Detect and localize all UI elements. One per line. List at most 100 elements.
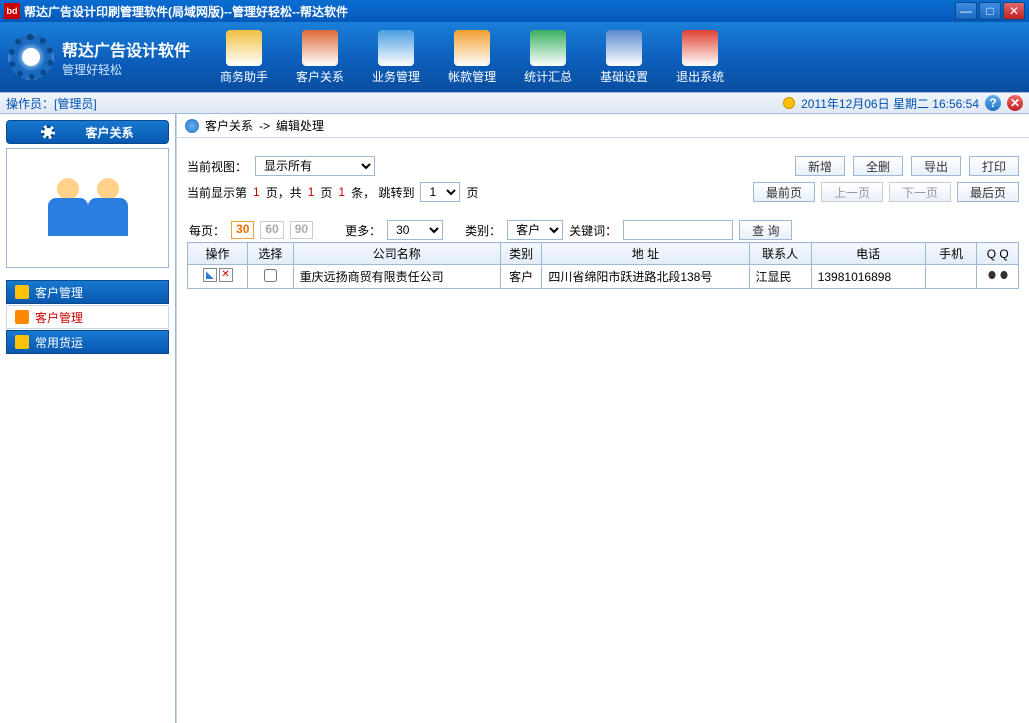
col-8[interactable]: Q Q [977, 243, 1019, 265]
last-page-button[interactable]: 最后页 [957, 182, 1019, 202]
gear-icon [8, 34, 54, 80]
qq-icon[interactable] [998, 268, 1010, 282]
nav-label: 常用货运 [35, 334, 83, 351]
toolbar-基础设置[interactable]: 基础设置 [600, 30, 648, 85]
new-button[interactable]: 新增 [795, 156, 845, 176]
first-page-button[interactable]: 最前页 [753, 182, 815, 202]
col-0[interactable]: 操作 [188, 243, 248, 265]
toolbar-label: 基础设置 [600, 68, 648, 85]
per-page-label: 每页： [189, 222, 225, 239]
toolbar-label: 客户关系 [296, 68, 344, 85]
nav-icon [15, 310, 29, 324]
operator-label: 操作员： [6, 97, 54, 111]
pager-prefix: 当前显示第 [187, 184, 247, 201]
sidebar-item-常用货运[interactable]: 常用货运 [6, 330, 169, 354]
toolbar-商务助手[interactable]: 商务助手 [220, 30, 268, 85]
cell-mobile [925, 265, 977, 289]
toolbar-帐款管理[interactable]: 帐款管理 [448, 30, 496, 85]
toolbar-label: 业务管理 [372, 68, 420, 85]
col-2[interactable]: 公司名称 [293, 243, 500, 265]
toolbar-icon [302, 30, 338, 66]
toolbar-业务管理[interactable]: 业务管理 [372, 30, 420, 85]
maximize-button[interactable]: □ [979, 2, 1001, 20]
edit-icon[interactable] [203, 268, 217, 282]
app-logo: 帮达广告设计软件 管理好轻松 [8, 34, 190, 80]
globe-icon [185, 119, 199, 133]
breadcrumb-arrow: -> [259, 119, 270, 133]
pager-mid1: 页，共 [266, 184, 302, 201]
delete-all-button[interactable]: 全删 [853, 156, 903, 176]
logo-title: 帮达广告设计软件 [62, 37, 190, 61]
toolbar-统计汇总[interactable]: 统计汇总 [524, 30, 572, 85]
close-button[interactable]: ✕ [1003, 2, 1025, 20]
breadcrumb-page: 编辑处理 [276, 117, 324, 134]
category-select[interactable]: 客户 [507, 220, 563, 240]
pager-current-page: 1 [253, 185, 260, 199]
toolbar-icon [682, 30, 718, 66]
toolbar-icon [606, 30, 642, 66]
per-page-90[interactable]: 90 [290, 221, 313, 239]
current-view-label: 当前视图： [187, 158, 247, 175]
operator-value: [管理员] [54, 97, 97, 111]
toolbar-icon [454, 30, 490, 66]
delete-icon[interactable] [219, 268, 233, 282]
cell-qq [977, 265, 1019, 289]
toolbar-客户关系[interactable]: 客户关系 [296, 30, 344, 85]
next-page-button[interactable]: 下一页 [889, 182, 951, 202]
category-label: 类别： [465, 222, 501, 239]
nav-label: 客户管理 [35, 309, 83, 326]
current-view-select[interactable]: 显示所有 [255, 156, 375, 176]
cell-address: 四川省绵阳市跃进路北段138号 [542, 265, 749, 289]
search-button[interactable]: 查 询 [739, 220, 792, 240]
window-controls: — □ ✕ [955, 2, 1025, 20]
main-toolbar: 帮达广告设计软件 管理好轻松 商务助手 客户关系 业务管理 帐款管理 统计汇总基础设置 退… [0, 22, 1029, 92]
keyword-label: 关键词： [569, 222, 617, 239]
toolbar-icon [530, 30, 566, 66]
toolbar-退出系统[interactable]: 退出系统 [676, 30, 724, 85]
sidebar-item-客户管理[interactable]: 客户管理 [6, 280, 169, 304]
print-button[interactable]: 打印 [969, 156, 1019, 176]
qq-icon[interactable] [986, 268, 998, 282]
row-checkbox[interactable] [264, 269, 277, 282]
minimize-button[interactable]: — [955, 2, 977, 20]
more-label: 更多： [345, 222, 381, 239]
prev-page-button[interactable]: 上一页 [821, 182, 883, 202]
toolbar-label: 退出系统 [676, 68, 724, 85]
title-bar: bd 帮达广告设计印刷管理软件(局域网版)--管理好轻松--帮达软件 — □ ✕ [0, 0, 1029, 22]
col-4[interactable]: 地 址 [542, 243, 749, 265]
breadcrumb-module: 客户关系 [205, 117, 253, 134]
col-7[interactable]: 手机 [925, 243, 977, 265]
more-select[interactable]: 30 [387, 220, 443, 240]
goto-page-select[interactable]: 1 [420, 182, 460, 202]
per-page-30[interactable]: 30 [231, 221, 254, 239]
nav-label: 客户管理 [35, 284, 83, 301]
app-icon: bd [4, 3, 20, 19]
toolbar-label: 商务助手 [220, 68, 268, 85]
sidebar-item-客户管理[interactable]: 客户管理 [6, 305, 169, 329]
person-icon [88, 178, 128, 238]
breadcrumb: 客户关系 -> 编辑处理 [177, 114, 1029, 138]
clock-icon [783, 97, 795, 109]
pager-total-pages: 1 [308, 185, 315, 199]
col-1[interactable]: 选择 [248, 243, 294, 265]
col-3[interactable]: 类别 [500, 243, 541, 265]
person-icon [48, 178, 88, 238]
data-table: 操作选择公司名称类别地 址联系人电话手机Q Q 重庆远扬商贸有限责任公司客户四川… [187, 242, 1019, 289]
cell-category: 客户 [500, 265, 541, 289]
toolbar-label: 帐款管理 [448, 68, 496, 85]
help-icon[interactable]: ? [985, 95, 1001, 111]
col-6[interactable]: 电话 [811, 243, 925, 265]
cell-ops [188, 265, 248, 289]
status-bar: 操作员：[管理员] 2011年12月06日 星期二 16:56:54 ? ✕ [0, 92, 1029, 114]
col-5[interactable]: 联系人 [749, 243, 811, 265]
per-page-60[interactable]: 60 [260, 221, 283, 239]
export-button[interactable]: 导出 [911, 156, 961, 176]
sidebar-header: 客户关系 [6, 120, 169, 144]
pager-total-rows: 1 [338, 185, 345, 199]
pager-suffix: 页 [466, 184, 478, 201]
nav-icon [15, 285, 29, 299]
exit-icon[interactable]: ✕ [1007, 95, 1023, 111]
window-title: 帮达广告设计印刷管理软件(局域网版)--管理好轻松--帮达软件 [24, 3, 955, 20]
sidebar-title: 客户关系 [85, 124, 133, 141]
keyword-input[interactable] [623, 220, 733, 240]
